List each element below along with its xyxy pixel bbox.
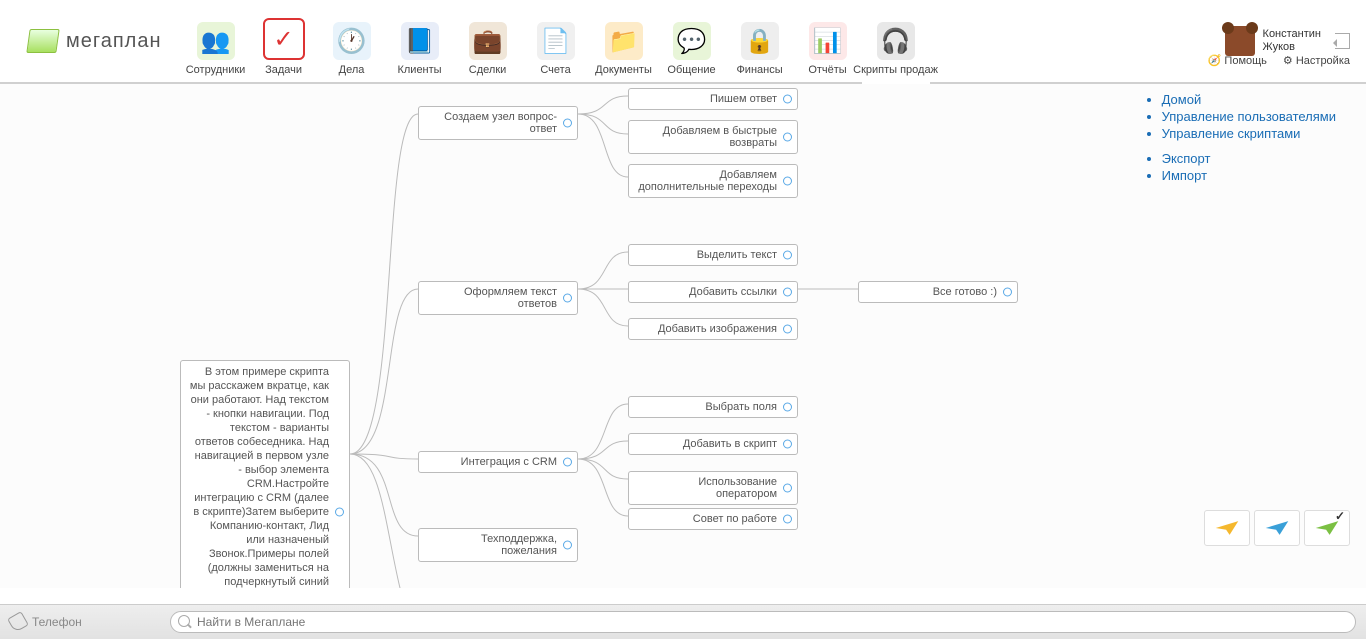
nav-Документы[interactable]: 📁 Документы xyxy=(590,0,658,82)
phone-icon xyxy=(7,611,29,633)
search-icon xyxy=(178,615,190,627)
nav-icon: 💼 xyxy=(469,22,507,60)
side-link[interactable]: Импорт xyxy=(1162,168,1207,183)
plane-buttons xyxy=(1204,510,1350,546)
nav-icon: 📊 xyxy=(809,22,847,60)
nav-icon: 👥 xyxy=(197,22,235,60)
nav-icon: 🎧 xyxy=(877,22,915,60)
node-b3c0[interactable]: Выбрать поля xyxy=(628,396,798,418)
nav-label: Дела xyxy=(339,64,365,76)
nav-label: Документы xyxy=(595,64,652,76)
node-b2c1[interactable]: Добавить ссылки xyxy=(628,281,798,303)
node-b1c0[interactable]: Пишем ответ xyxy=(628,88,798,110)
nav-icon: 🕐 xyxy=(333,22,371,60)
mindmap-edges xyxy=(0,84,1100,588)
side-links: Домой Управление пользователями Управление… xyxy=(1144,90,1336,193)
help-link[interactable]: 🧭 Помощь xyxy=(1208,54,1267,67)
nav-Счета[interactable]: 📄 Счета xyxy=(522,0,590,82)
plane-blue[interactable] xyxy=(1254,510,1300,546)
plane-green[interactable] xyxy=(1304,510,1350,546)
node-b3c1[interactable]: Добавить в скрипт xyxy=(628,433,798,455)
nav-icon: ✓ xyxy=(263,18,305,60)
node-b1c1[interactable]: Добавляем в быстрые возвраты xyxy=(628,120,798,154)
node-root-text: В этом примере скрипта мы расскажем вкра… xyxy=(189,366,377,588)
phone-label: Телефон xyxy=(32,615,82,629)
nav-Скрипты продаж[interactable]: 🎧Скрипты продаж xyxy=(862,0,930,85)
nav-label: Скрипты продаж xyxy=(853,64,938,76)
node-b3c2[interactable]: Использование оператором xyxy=(628,471,798,505)
node-b3c3[interactable]: Совет по работе xyxy=(628,508,798,530)
logo-text: мегаплан xyxy=(66,30,162,53)
nav-icon: 💬 xyxy=(673,22,711,60)
side-link[interactable]: Экспорт xyxy=(1162,151,1211,166)
nav-label: Общение xyxy=(667,64,715,76)
nav-icon: 🔒 xyxy=(741,22,779,60)
plane-yellow[interactable] xyxy=(1204,510,1250,546)
logout-icon[interactable] xyxy=(1335,33,1350,49)
avatar xyxy=(1225,26,1255,56)
search-box xyxy=(170,611,1356,633)
nav-Общение[interactable]: 💬 Общение xyxy=(658,0,726,82)
side-link[interactable]: Домой xyxy=(1162,92,1202,107)
nav-icon: 📁 xyxy=(605,22,643,60)
nav-Финансы[interactable]: 🔒 Финансы xyxy=(726,0,794,82)
phone-widget[interactable]: Телефон xyxy=(10,614,160,630)
nav-label: Счета xyxy=(540,64,570,76)
nav-Дела[interactable]: 🕐 Дела xyxy=(318,0,386,82)
main-area: В этом примере скрипта мы расскажем вкра… xyxy=(0,84,1366,588)
nav-label: Сотрудники xyxy=(186,64,246,76)
node-b2cc[interactable]: Все готово :) xyxy=(858,281,1018,303)
user-name: КонстантинЖуков xyxy=(1263,28,1321,54)
nav-icon: 📄 xyxy=(537,22,575,60)
nav-label: Сделки xyxy=(469,64,507,76)
nav-Отчёты[interactable]: 📊 Отчёты xyxy=(794,0,862,82)
logo[interactable]: мегаплан xyxy=(0,0,182,82)
nav-Клиенты[interactable]: 📘 Клиенты xyxy=(386,0,454,82)
nav-label: Отчёты xyxy=(808,64,846,76)
node-root[interactable]: В этом примере скрипта мы расскажем вкра… xyxy=(180,360,350,588)
side-link[interactable]: Управление пользователями xyxy=(1162,109,1336,124)
search-input[interactable] xyxy=(170,611,1356,633)
node-b2[interactable]: Оформляем текст ответов xyxy=(418,281,578,315)
side-link[interactable]: Управление скриптами xyxy=(1162,126,1301,141)
bottom-bar: Телефон xyxy=(0,604,1366,639)
nav-Сделки[interactable]: 💼 Сделки xyxy=(454,0,522,82)
util-row: 🧭 Помощь ⚙ Настройка xyxy=(1208,54,1350,67)
logo-icon xyxy=(26,29,59,53)
node-b2c0[interactable]: Выделить текст xyxy=(628,244,798,266)
user-block[interactable]: КонстантинЖуков xyxy=(1225,26,1321,56)
nav-Задачи[interactable]: ✓ Задачи xyxy=(250,0,318,82)
nav-Сотрудники[interactable]: 👥 Сотрудники xyxy=(182,0,250,82)
nav-icon: 📘 xyxy=(401,22,439,60)
node-b2c2[interactable]: Добавить изображения xyxy=(628,318,798,340)
nav-label: Клиенты xyxy=(397,64,441,76)
nav-label: Финансы xyxy=(736,64,782,76)
node-b1c2[interactable]: Добавляем дополнительные переходы xyxy=(628,164,798,198)
node-b4[interactable]: Техподдержка, пожелания xyxy=(418,528,578,562)
node-dot-icon xyxy=(335,508,344,517)
top-right: КонстантинЖуков xyxy=(1225,0,1366,82)
top-toolbar: мегаплан 👥 Сотрудники ✓ Задачи 🕐 Дела 📘 Клиенты… xyxy=(0,0,1366,84)
node-b1[interactable]: Создаем узел вопрос-ответ xyxy=(418,106,578,140)
main-nav: 👥 Сотрудники ✓ Задачи 🕐 Дела 📘 Клиенты 💼 Сделки 📄 С… xyxy=(182,0,930,82)
node-b3[interactable]: Интеграция с CRM xyxy=(418,451,578,473)
nav-label: Задачи xyxy=(265,64,302,76)
settings-link[interactable]: ⚙ Настройка xyxy=(1283,54,1350,67)
